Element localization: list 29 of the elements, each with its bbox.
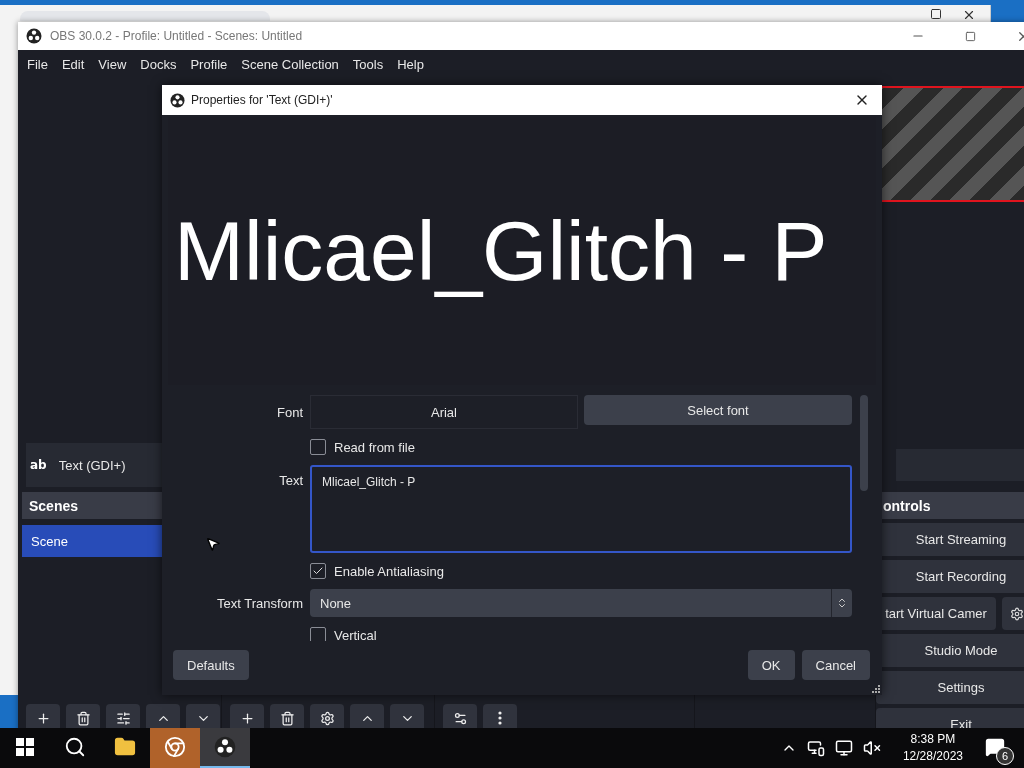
field-label: Font <box>276 404 303 420</box>
text-source-icon: ab <box>30 458 47 472</box>
clock[interactable]: 8:38 PM 12/28/2023 <box>890 731 975 765</box>
notifications-button[interactable]: 6 <box>985 731 1014 765</box>
checkbox-label: Read from file <box>334 439 415 455</box>
menu-item[interactable]: Edit <box>54 56 92 72</box>
dropdown[interactable]: None <box>310 589 852 617</box>
field-label: Text <box>278 472 303 488</box>
menu-item[interactable]: Scene Collection <box>234 56 346 72</box>
source-name: Text (GDI+) <box>58 457 126 473</box>
menu-item[interactable]: Help <box>390 56 431 72</box>
menu-item[interactable]: Tools <box>345 56 391 72</box>
control-button[interactable]: Settings <box>876 671 1024 704</box>
checkbox-label: Enable Antialiasing <box>334 563 444 579</box>
menu-item[interactable]: View <box>91 56 134 72</box>
window-title: OBS 30.0.2 - Profile: Untitled - Scenes: Untitled <box>50 29 304 43</box>
dialog-button[interactable]: Cancel <box>801 650 870 680</box>
defaults-button[interactable]: Defaults <box>173 650 249 680</box>
font-name-field: Arial <box>310 395 578 429</box>
select-font-button[interactable]: Select font <box>584 395 852 425</box>
dialog-button[interactable]: OK <box>747 650 795 680</box>
field-label: Text Transform <box>216 595 303 611</box>
preview-text: Mlicael_Glitch - P <box>173 202 828 300</box>
text-input-field[interactable]: Mlicael_Glitch - P <box>310 465 852 553</box>
menu-item[interactable]: Docks <box>133 56 184 72</box>
menu-item[interactable]: Profile <box>183 56 235 72</box>
dialog-title: Properties for 'Text (GDI+)' <box>191 93 334 107</box>
menu-item[interactable]: File <box>20 56 55 72</box>
checkbox-label: Vertical <box>334 627 377 641</box>
